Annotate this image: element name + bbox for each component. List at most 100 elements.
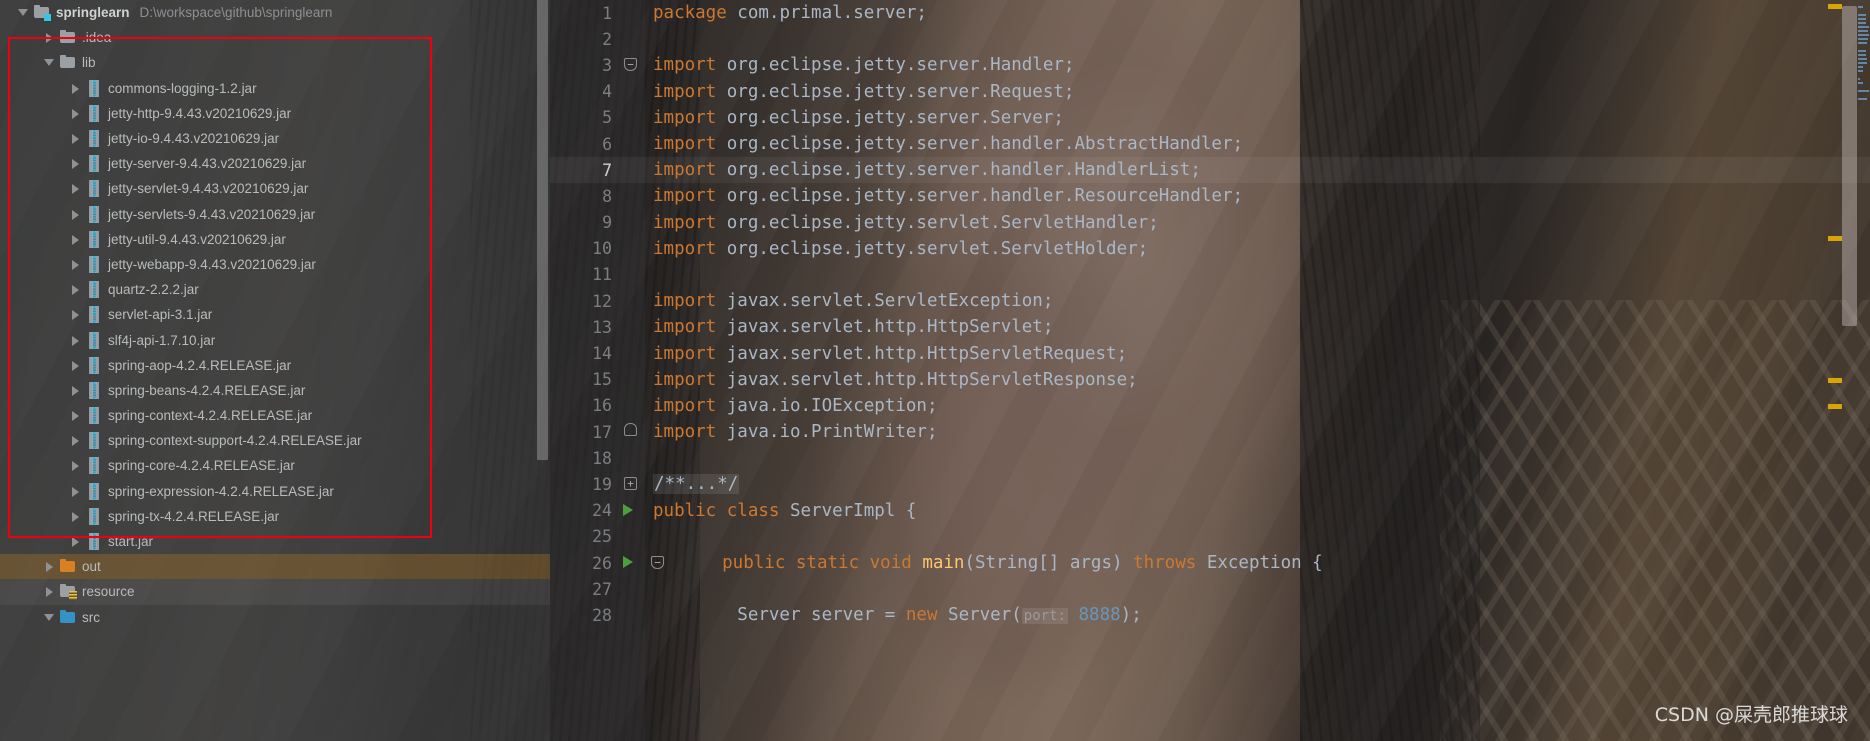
gutter-marker[interactable] (618, 602, 645, 628)
editor-text-area[interactable]: 1 package com.primal.server; 2 3− import org… (550, 0, 1870, 741)
fold-minus-icon[interactable]: − (624, 58, 637, 72)
project-tool-window[interactable]: springlearn D:\workspace\github\springle… (0, 0, 550, 741)
project-panel-scrollbar[interactable] (537, 0, 548, 741)
tree-row-spring-expression-4-2-4-release-jar[interactable]: spring-expression-4.2.4.RELEASE.jar (0, 479, 550, 504)
code-line[interactable]: 27 (550, 576, 1870, 602)
chevron-right-icon[interactable] (70, 234, 81, 245)
error-stripe-marker[interactable] (1828, 378, 1842, 383)
tree-row-jetty-io-9-4-43-v20210629-jar[interactable]: jetty-io-9.4.43.v20210629.jar (0, 126, 550, 151)
tree-row-jetty-servlets-9-4-43-v20210629-jar[interactable]: jetty-servlets-9.4.43.v20210629.jar (0, 202, 550, 227)
code-editor[interactable]: 1 package com.primal.server; 2 3− import org… (550, 0, 1870, 741)
chevron-right-icon[interactable] (70, 435, 81, 447)
tree-row-lib[interactable]: lib (0, 50, 550, 75)
code-line[interactable]: 26 − public static void main(String[] arg… (550, 550, 1870, 576)
chevron-right-icon[interactable] (70, 158, 81, 170)
gutter-marker[interactable] (618, 445, 645, 471)
gutter-marker[interactable] (618, 183, 645, 209)
code-line[interactable]: 8 import org.eclipse.jetty.server.handler… (550, 183, 1870, 209)
gutter-marker[interactable] (618, 79, 645, 105)
gutter-marker[interactable] (618, 576, 645, 602)
chevron-right-icon[interactable] (70, 536, 81, 548)
tree-row-spring-core-4-2-4-release-jar[interactable]: spring-core-4.2.4.RELEASE.jar (0, 453, 550, 478)
code-line[interactable]: 4 import org.eclipse.jetty.server.Request… (550, 79, 1870, 105)
code-line[interactable]: 2 (550, 26, 1870, 52)
chevron-right-icon[interactable] (44, 586, 55, 598)
code-line[interactable]: 24 public class ServerImpl { (550, 498, 1870, 524)
fold-collapse-icon[interactable]: − (645, 550, 672, 576)
gutter-marker[interactable] (618, 498, 645, 524)
tree-row-jetty-servlet-9-4-43-v20210629-jar[interactable]: jetty-servlet-9.4.43.v20210629.jar (0, 176, 550, 201)
code-line[interactable]: 6 import org.eclipse.jetty.server.handler… (550, 131, 1870, 157)
error-stripe-marker[interactable] (1828, 404, 1842, 409)
gutter-marker[interactable] (618, 262, 645, 288)
chevron-right-icon[interactable] (70, 284, 81, 296)
code-line[interactable]: 19 + /**...*/ (550, 471, 1870, 497)
tree-row-commons-logging-1-2-jar[interactable]: commons-logging-1.2.jar (0, 76, 550, 101)
tree-row-spring-beans-4-2-4-release-jar[interactable]: spring-beans-4.2.4.RELEASE.jar (0, 378, 550, 403)
tree-row-resource[interactable]: resource (0, 579, 550, 605)
code-line[interactable]: 14 import javax.servlet.http.HttpServletR… (550, 340, 1870, 366)
chevron-right-icon[interactable] (70, 511, 81, 522)
gutter-marker[interactable]: + (618, 471, 645, 497)
gutter-marker[interactable] (618, 288, 645, 314)
tree-row-project-root[interactable]: springlearn D:\workspace\github\springle… (0, 0, 550, 25)
gutter-marker[interactable] (618, 236, 645, 262)
chevron-right-icon[interactable] (44, 32, 55, 44)
code-line[interactable]: 7 import org.eclipse.jetty.server.handler… (550, 157, 1870, 184)
tree-row-jetty-http-9-4-43-v20210629-jar[interactable]: jetty-http-9.4.43.v20210629.jar (0, 101, 550, 126)
gutter-marker[interactable] (618, 367, 645, 393)
code-line[interactable]: 25 (550, 524, 1870, 550)
tree-row-src[interactable]: src (0, 605, 550, 630)
gutter-marker[interactable] (618, 341, 645, 367)
chevron-right-icon[interactable] (70, 83, 81, 94)
tree-row-jetty-server-9-4-43-v20210629-jar[interactable]: jetty-server-9.4.43.v20210629.jar (0, 151, 550, 176)
code-line[interactable]: 9 import org.eclipse.jetty.servlet.Servle… (550, 210, 1870, 236)
gutter-marker[interactable] (618, 314, 645, 340)
fold-plus-icon[interactable]: + (624, 477, 637, 491)
gutter-marker[interactable] (618, 210, 645, 236)
gutter-marker[interactable] (618, 393, 645, 419)
code-line[interactable]: 11 (550, 262, 1870, 288)
tree-row-out[interactable]: out (0, 554, 550, 580)
gutter-marker[interactable] (618, 550, 645, 576)
editor-vertical-scrollbar[interactable] (1842, 0, 1857, 741)
code-line[interactable]: 16 import java.io.IOException; (550, 393, 1870, 419)
chevron-right-icon[interactable] (70, 209, 81, 220)
error-stripe-marker[interactable] (1828, 236, 1842, 241)
chevron-right-icon[interactable] (70, 133, 81, 145)
code-line[interactable]: 15 import javax.servlet.http.HttpServletR… (550, 367, 1870, 393)
tree-row-spring-tx-4-2-4-release-jar[interactable]: spring-tx-4.2.4.RELEASE.jar (0, 504, 550, 529)
run-gutter-icon[interactable] (623, 503, 633, 516)
code-line[interactable]: 28 Server server = new Server(port: 8888… (550, 602, 1870, 628)
project-tree[interactable]: .idea lib commons-logging-1.2.jar jetty-htt… (0, 25, 550, 630)
run-gutter-icon[interactable] (623, 556, 633, 569)
chevron-right-icon[interactable] (70, 385, 81, 396)
tree-row-start-jar[interactable]: start.jar (0, 529, 550, 554)
chevron-down-icon[interactable] (18, 7, 29, 18)
editor-minimap[interactable] (1857, 0, 1870, 741)
chevron-right-icon[interactable] (70, 410, 81, 422)
gutter-marker[interactable] (618, 157, 645, 183)
tree-row-servlet-api-3-1-jar[interactable]: servlet-api-3.1.jar (0, 302, 550, 327)
tree-row-spring-context-4-2-4-release-jar[interactable]: spring-context-4.2.4.RELEASE.jar (0, 403, 550, 428)
gutter-marker[interactable]: − (618, 52, 645, 78)
gutter-marker[interactable] (618, 105, 645, 131)
tree-row-slf4j-api-1-7-10-jar[interactable]: slf4j-api-1.7.10.jar (0, 327, 550, 352)
chevron-right-icon[interactable] (70, 460, 81, 472)
code-line[interactable]: 5 import org.eclipse.jetty.server.Server; (550, 105, 1870, 131)
code-line[interactable]: 17 import java.io.PrintWriter; (550, 419, 1870, 445)
chevron-right-icon[interactable] (70, 360, 81, 371)
code-line[interactable]: 10 import org.eclipse.jetty.servlet.Servl… (550, 236, 1870, 262)
project-panel-scrollbar-thumb[interactable] (537, 0, 548, 460)
chevron-right-icon[interactable] (70, 108, 81, 119)
editor-scrollbar-thumb[interactable] (1842, 6, 1857, 326)
tree-row-jetty-util-9-4-43-v20210629-jar[interactable]: jetty-util-9.4.43.v20210629.jar (0, 227, 550, 252)
code-line[interactable]: 1 package com.primal.server; (550, 0, 1870, 26)
tree-row-spring-aop-4-2-4-release-jar[interactable]: spring-aop-4.2.4.RELEASE.jar (0, 353, 550, 378)
error-stripe-marker[interactable] (1828, 4, 1842, 9)
chevron-right-icon[interactable] (70, 183, 81, 195)
chevron-right-icon[interactable] (44, 561, 55, 573)
gutter-marker[interactable] (618, 26, 645, 52)
code-line[interactable]: 13 import javax.servlet.http.HttpServlet; (550, 314, 1870, 340)
chevron-right-icon[interactable] (70, 259, 81, 270)
